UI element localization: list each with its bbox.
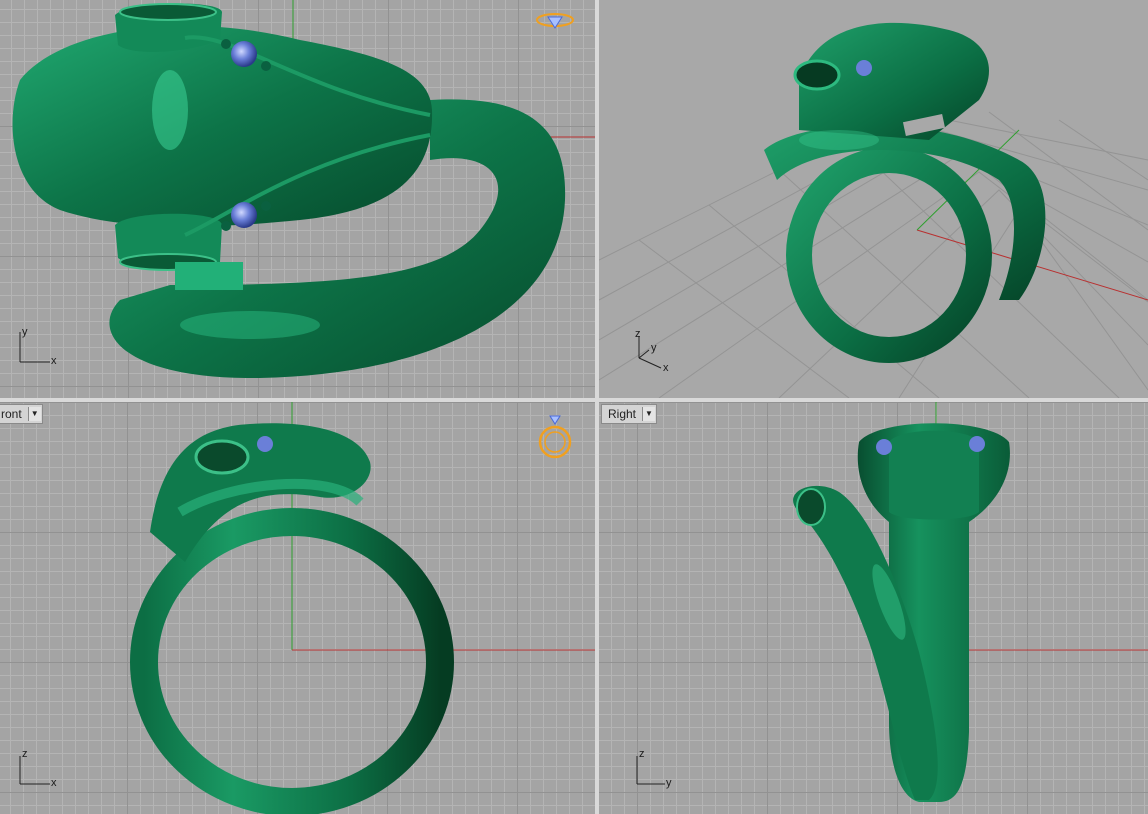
gemstone: [231, 41, 257, 67]
axis-y-label: y: [666, 777, 672, 789]
axis-x-label: x: [663, 362, 669, 374]
axis-x-label: x: [51, 355, 57, 367]
axis-indicator: y x: [18, 326, 63, 371]
axis-y-label: y: [22, 326, 28, 338]
axis-z-label: z: [22, 748, 28, 760]
chevron-down-icon[interactable]: ▼: [642, 407, 656, 421]
axis-indicator: z y x: [633, 328, 678, 378]
viewport-tab-label: ront: [1, 407, 22, 421]
perspective-view-canvas: [599, 22, 1148, 398]
axis-indicator: z x: [18, 748, 63, 793]
top-view-canvas: [12, 0, 595, 379]
viewport-right[interactable]: Right ▼ z y: [599, 402, 1148, 814]
axis-z-label: z: [639, 748, 645, 760]
viewport-top[interactable]: y x: [0, 0, 595, 398]
axis-y-label: y: [651, 342, 657, 354]
axis-x-label: x: [51, 777, 57, 789]
chevron-down-icon[interactable]: ▼: [27, 407, 41, 421]
axis-indicator: z y: [635, 748, 680, 793]
viewport-tab-right[interactable]: Right ▼: [601, 404, 658, 424]
right-view-canvas: [793, 402, 1148, 802]
ring-model[interactable]: [793, 423, 1010, 802]
ring-model[interactable]: [12, 3, 566, 379]
viewport-tab-label: Right: [608, 407, 637, 421]
ring-diamond-icon[interactable]: [536, 13, 574, 29]
viewport-front[interactable]: ront ▼ z x: [0, 402, 595, 814]
gemstone: [231, 202, 257, 228]
viewport-perspective[interactable]: z y x: [599, 0, 1148, 398]
axis-z-label: z: [635, 328, 641, 340]
viewport-divider-vertical[interactable]: [595, 0, 599, 814]
front-view-canvas: [130, 402, 595, 814]
ring-diamond-icon[interactable]: [538, 415, 572, 459]
viewport-divider-horizontal[interactable]: [0, 398, 1148, 402]
viewport-tab-front[interactable]: ront ▼: [0, 404, 43, 424]
